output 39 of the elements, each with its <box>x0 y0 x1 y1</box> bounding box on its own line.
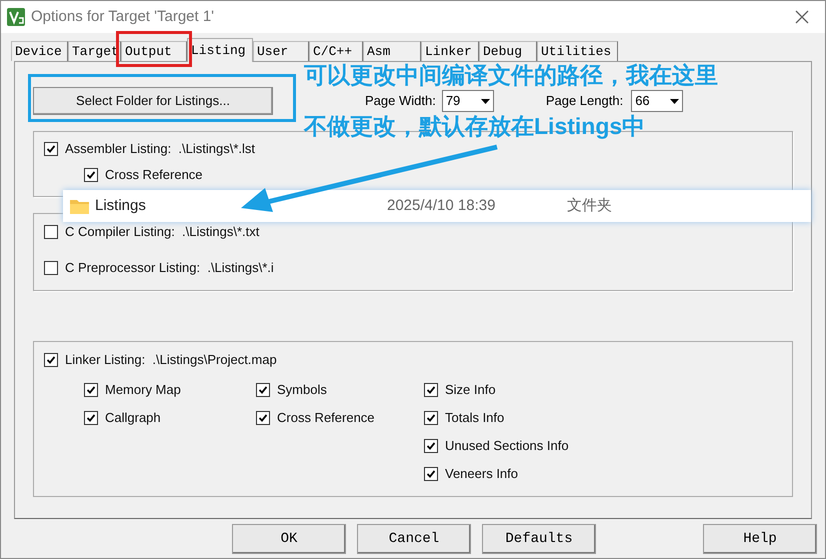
checkbox-label: Size Info <box>445 381 496 400</box>
checkbox-label: Callgraph <box>105 409 161 428</box>
tab[interactable]: Listing <box>187 38 253 62</box>
window-title: Options for Target 'Target 1' <box>31 6 214 27</box>
checkbox-label: Memory Map <box>105 381 181 400</box>
checkbox-label: Unused Sections Info <box>445 437 569 456</box>
file-date: 2025/4/10 18:39 <box>387 196 496 216</box>
page-length-field[interactable]: 66 <box>631 90 684 112</box>
checkbox-label: Symbols <box>277 381 327 400</box>
annotation-text: 可以更改中间编译文件的路径，我在这里 <box>304 63 718 87</box>
tab[interactable]: Debug <box>479 41 537 61</box>
checkbox-label: Assembler Listing: .\Listings\*.lst <box>65 140 256 158</box>
checkbox-label: Linker Listing: .\Listings\Project.map <box>65 351 277 370</box>
file-name: Listings <box>95 196 147 216</box>
tab[interactable]: C/C++ <box>309 41 363 61</box>
annotation-text: 不做更改，默认存放在Listings中 <box>304 114 646 138</box>
page-length-label: Page Length: <box>546 92 624 110</box>
tab[interactable]: User <box>253 41 309 61</box>
checkbox-label: Cross Reference <box>277 409 375 428</box>
tab[interactable]: Output <box>121 41 187 61</box>
file-type: 文件夹 <box>567 196 612 216</box>
tab[interactable]: Linker <box>421 41 479 61</box>
tab[interactable]: Utilities <box>537 41 618 61</box>
tab[interactable]: Asm <box>363 41 421 61</box>
dialog-button[interactable]: Defaults <box>482 524 596 554</box>
select-folder-button[interactable]: Select Folder for Listings... <box>33 87 273 115</box>
checkbox-label: Totals Info <box>445 409 504 428</box>
tab[interactable]: Target <box>68 41 121 61</box>
help-button[interactable]: Help <box>703 524 817 554</box>
dialog-button[interactable]: Cancel <box>357 524 471 554</box>
checkbox-label: C Preprocessor Listing: .\Listings\*.i <box>65 259 274 278</box>
dialog-button[interactable]: OK <box>232 524 346 554</box>
page-width-field[interactable]: 79 <box>442 90 494 112</box>
checkbox-label: C Compiler Listing: .\Listings\*.txt <box>65 223 260 242</box>
page-width-label: Page Width: <box>365 92 436 110</box>
checkbox-label: Veneers Info <box>445 465 518 484</box>
explorer-file-row[interactable]: Listings 2025/4/10 18:39 文件夹 <box>63 190 811 222</box>
checkbox-label: Cross Reference <box>105 166 203 184</box>
tab[interactable]: Device <box>11 41 68 61</box>
